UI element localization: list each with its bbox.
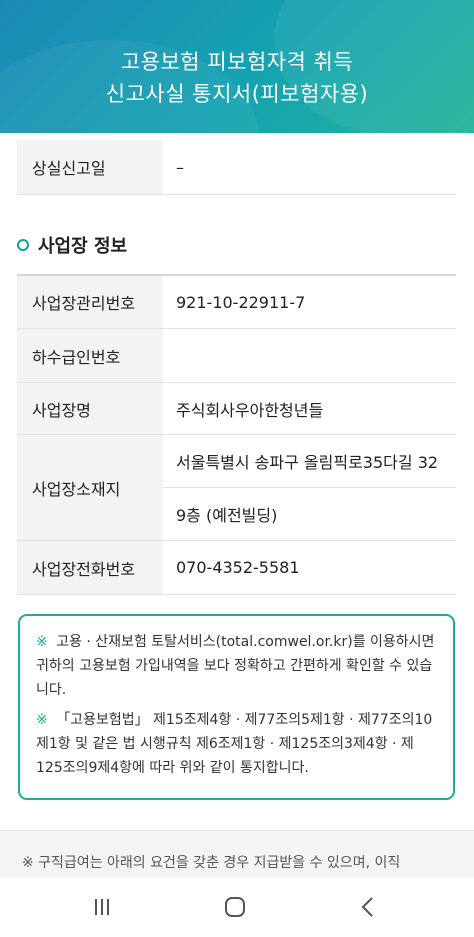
workplace-id-label: 사업장관리번호 — [17, 276, 163, 328]
loss-report-label: 상실신고일 — [17, 140, 163, 194]
circle-bullet-icon — [17, 239, 29, 251]
back-icon[interactable] — [353, 893, 383, 921]
workplace-section-title: 사업장 정보 — [17, 231, 127, 259]
table-row: 사업장관리번호 921-10-22911-7 — [17, 276, 456, 329]
workplace-phone-value: 070-4352-5581 — [176, 558, 300, 577]
table-row: 사업장소재지 서울특별시 송파구 올림픽로35다길 32 9층 (예전빌딩) — [17, 435, 456, 541]
notice-text-1: 고용 · 산재보험 토탈서비스(total.comwel.or.kr)를 이용하… — [36, 634, 435, 698]
recent-apps-icon[interactable] — [87, 893, 117, 921]
system-nav-bar — [0, 878, 474, 937]
workplace-address-value: 서울특별시 송파구 올림픽로35다길 32 9층 (예전빌딩) — [163, 435, 456, 540]
loss-report-row: 상실신고일 – — [17, 140, 456, 195]
subcontractor-id-label: 하수급인번호 — [17, 329, 163, 382]
workplace-address-label: 사업장소재지 — [17, 435, 163, 540]
subcontractor-id-value — [163, 329, 456, 382]
header-banner: 고용보험 피보험자격 취득 신고사실 통지서(피보험자용) — [0, 0, 474, 133]
workplace-phone-label: 사업장전화번호 — [17, 541, 163, 594]
address-line2: 9층 (예전빌딩) — [163, 487, 456, 540]
reference-mark: ※ — [36, 634, 48, 650]
address-line1: 서울특별시 송파구 올림픽로35다길 32 — [176, 453, 439, 472]
notice-paragraph-1: ※ 고용 · 산재보험 토탈서비스(total.comwel.or.kr)를 이… — [36, 630, 437, 702]
reference-mark: ※ — [36, 712, 48, 728]
job-seeking-notice-text: ※ 구직급여는 아래의 요건을 갖춘 경우 지급받을 수 있으며, 이직 — [22, 855, 401, 871]
page-title-line2: 신고사실 통지서(피보험자용) — [105, 82, 369, 106]
notice-paragraph-2: ※ 「고용보험법」 제15조제4항 · 제77조의5제1항 · 제77조의10제… — [36, 708, 437, 780]
table-row: 사업장전화번호 070-4352-5581 — [17, 541, 456, 595]
workplace-name-value: 주식회사우아한청년들 — [176, 400, 324, 420]
page-title-line1: 고용보험 피보험자격 취득 — [120, 50, 354, 74]
notice-box: ※ 고용 · 산재보험 토탈서비스(total.comwel.or.kr)를 이… — [18, 614, 455, 800]
table-row: 하수급인번호 — [17, 329, 456, 383]
home-icon[interactable] — [220, 893, 250, 921]
workplace-id-value: 921-10-22911-7 — [176, 292, 306, 312]
workplace-section-label: 사업장 정보 — [38, 236, 128, 257]
workplace-name-label: 사업장명 — [17, 383, 163, 434]
loss-report-value: – — [176, 157, 184, 177]
notice-text-2: 「고용보험법」 제15조제4항 · 제77조의5제1항 · 제77조의10제1항… — [36, 712, 433, 776]
job-seeking-notice: ※ 구직급여는 아래의 요건을 갖춘 경우 지급받을 수 있으며, 이직 — [0, 830, 474, 881]
table-row: 사업장명 주식회사우아한청년들 — [17, 383, 456, 435]
